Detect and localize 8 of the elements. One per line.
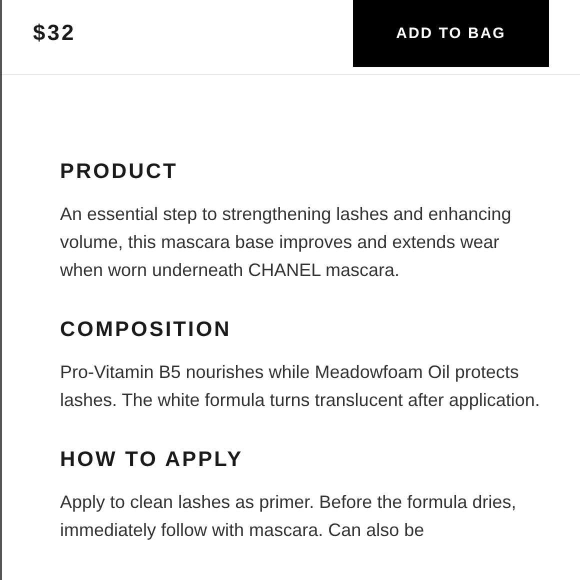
section-heading: COMPOSITION (60, 317, 232, 343)
section-text: Apply to clean lashes as primer. Before the formula dries, immediately follow with mascara. Can also be (60, 491, 518, 542)
section-heading: HOW TO APPLY (60, 447, 244, 473)
section-text: Pro-Vitamin B5 nourishes while Meadowfoam Oil protects lashes. The white formula turns translucent after application. (60, 361, 540, 412)
price: $32 (33, 20, 76, 46)
section-heading: PRODUCT (60, 159, 179, 185)
section-text: An essential step to strengthening lashes and enhancing volume, this mascara base improves and extends wear when worn underneath CHANEL mascara. (60, 203, 512, 282)
add-to-bag-button[interactable]: ADD TO BAG (353, 0, 549, 67)
